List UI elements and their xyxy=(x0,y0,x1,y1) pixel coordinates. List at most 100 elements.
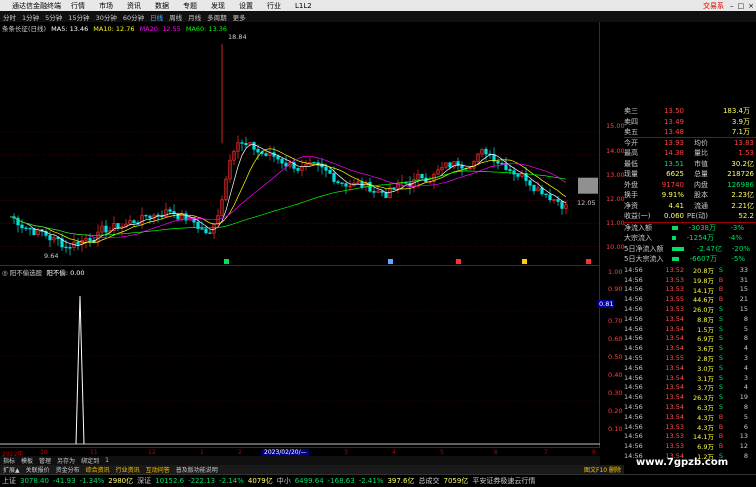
index-sz-amt: 4079亿 xyxy=(247,477,273,485)
candle-body xyxy=(264,153,268,156)
tick-row: 14:56 13.53 19.8万 B 31 xyxy=(624,275,748,285)
tick-row: 14:56 13.54 3.0万 S 4 xyxy=(624,363,748,373)
candlestick-chart[interactable]: 条条长征(日线) MA5: 13.46 MA10: 12.76 MA20: 12… xyxy=(0,22,600,266)
tick-list[interactable]: 14:56 13.52 20.8万 S 33 14:56 13.53 19.8万 B 31 14:5… xyxy=(624,265,756,470)
index-sz-name[interactable]: 深证 xyxy=(135,476,153,486)
tab-qa[interactable]: 互动问答 xyxy=(143,465,173,474)
menu-item-hangye[interactable]: 行业 xyxy=(260,1,288,11)
period-multi[interactable]: 多周期 xyxy=(204,12,230,22)
period-fenshi[interactable]: 分时 xyxy=(0,12,19,22)
tab-related-quote[interactable]: 关联报价 xyxy=(23,465,53,474)
ind-tick-6: 0.50 xyxy=(608,353,623,361)
candle-body xyxy=(516,173,520,177)
candle-body xyxy=(252,142,256,150)
stat-row: 净资 4.41 流通 2.21亿 xyxy=(624,201,754,210)
tick-row: 14:56 13.53 14.1万 B 15 xyxy=(624,285,748,295)
index-bar: 上证 3078.40 -41.93 -1.34% 2980亿 深证 10152.… xyxy=(0,474,756,487)
tick-row: 14:56 13.53 26.0万 S 15 xyxy=(624,305,748,315)
menu-item-hangqing[interactable]: 行情 xyxy=(64,1,92,11)
menu-item-shuju[interactable]: 数据 xyxy=(148,1,176,11)
menu-item-shezhi[interactable]: 设置 xyxy=(232,1,260,11)
date-label: 12 xyxy=(148,449,156,456)
btn-template[interactable]: 模板 xyxy=(18,456,36,465)
btn-bind[interactable]: 绑定到 xyxy=(78,456,102,465)
menu-item-faxian[interactable]: 发现 xyxy=(204,1,232,11)
close-icon[interactable]: × xyxy=(746,2,756,10)
period-15min[interactable]: 15分钟 xyxy=(65,12,92,22)
stat-row: 现量 6625 总量 218726 xyxy=(624,170,754,179)
period-monthly[interactable]: 月线 xyxy=(185,12,204,22)
ind-tick-hl: 0.81 xyxy=(598,300,615,308)
menu-item-shichang[interactable]: 市场 xyxy=(92,1,120,11)
candle-body xyxy=(496,160,500,164)
date-label: 3 xyxy=(344,449,348,456)
menu-item-l1l2[interactable]: L1L2 xyxy=(288,2,319,10)
period-5min[interactable]: 5分钟 xyxy=(42,12,65,22)
candle-body xyxy=(104,225,108,233)
candle-body xyxy=(344,183,348,187)
flow-bar xyxy=(672,246,684,251)
index-zx-val: 6499.64 xyxy=(294,477,324,485)
ma5-label: MA5: 13.46 xyxy=(51,25,89,33)
date-label: 10 xyxy=(40,449,48,456)
date-label: 1 xyxy=(200,449,204,456)
menu-item-zhuanti[interactable]: 专题 xyxy=(176,1,204,11)
index-sz-val: 10152.6 xyxy=(155,477,185,485)
tab-fund-dist[interactable]: 资金分布 xyxy=(53,465,83,474)
btn-manage[interactable]: 管理 xyxy=(36,456,54,465)
candle-body xyxy=(76,241,80,245)
tick-row: 14:56 13.54 8.8万 S 8 xyxy=(624,314,748,324)
ma60-label: MA60: 13.36 xyxy=(185,25,228,33)
candle-body xyxy=(204,228,208,234)
tick-row: 14:56 13.54 3.6万 S 4 xyxy=(624,344,748,354)
ma-legend: 条条长征(日线) MA5: 13.46 MA10: 12.76 MA20: 12… xyxy=(2,23,227,33)
tab-expand[interactable]: 扩展▲ xyxy=(0,465,23,474)
stat-row: 最低 13.51 市值 30.2亿 xyxy=(624,159,754,168)
btn-indicator[interactable]: 指标 xyxy=(0,456,18,465)
flow-rows: 净流入额 -3038万 -3% 大宗流入 -1254万 -4% 5日净流入额 -2.47亿 -2… xyxy=(624,221,756,265)
signal-marker xyxy=(456,259,461,264)
stat-row: 今开 13.93 均价 13.83 xyxy=(624,138,754,147)
maximize-icon[interactable]: □ xyxy=(736,2,747,10)
minimize-icon[interactable]: – xyxy=(728,2,736,10)
period-1min[interactable]: 1分钟 xyxy=(19,12,42,22)
price-tick-1500: 15.00 xyxy=(606,122,625,130)
app-name: 通达信金融终端 xyxy=(12,1,61,10)
btn-one[interactable]: 1 xyxy=(102,457,112,464)
menu-item-zixun[interactable]: 资讯 xyxy=(120,1,148,11)
ma20-label: MA20: 12.55 xyxy=(139,25,181,33)
price-overlay-box xyxy=(578,177,598,194)
index-sh-name[interactable]: 上证 xyxy=(0,476,18,486)
indicator-chart[interactable]: ◎ 阳不偷选股 阳不偷: 0.00 xyxy=(0,266,600,447)
tick-row: 14:56 13.54 26.3万 S 19 xyxy=(624,393,748,403)
candle-body xyxy=(532,184,536,192)
index-zx-name[interactable]: 中小 xyxy=(275,476,293,486)
watermark: www.7gpzb.com xyxy=(636,457,729,468)
tick-row: 14:56 13.54 3.7万 S 4 xyxy=(624,383,748,393)
index-sh-amt: 2980亿 xyxy=(108,477,134,485)
stat-row: 收益(一) 0.060 PE(动) 52.2 xyxy=(624,212,754,221)
quote-source: 平安证券极速云行情 xyxy=(472,477,536,485)
period-weekly[interactable]: 周线 xyxy=(166,12,185,22)
period-30min[interactable]: 30分钟 xyxy=(93,12,120,22)
index-sh-pct: -1.34% xyxy=(79,477,105,485)
date-label: 11 xyxy=(90,449,98,456)
tab-f10[interactable]: 图文F10 删除 xyxy=(581,465,624,474)
period-daily[interactable]: 日线 xyxy=(147,12,166,22)
period-more[interactable]: 更多 xyxy=(230,12,249,22)
btn-save-as[interactable]: 另存为 xyxy=(54,456,78,465)
candle-body xyxy=(460,165,464,169)
tab-industry-news[interactable]: 行业资讯 xyxy=(113,465,143,474)
period-60min[interactable]: 60分钟 xyxy=(120,12,147,22)
candle-body xyxy=(240,142,244,144)
tick-row: 14:56 13.53 6.9万 B 12 xyxy=(624,442,748,452)
candle-body xyxy=(20,224,24,229)
indicator-circle-icon[interactable]: ◎ xyxy=(2,269,8,277)
candle-body xyxy=(88,238,92,241)
tab-help[interactable]: 普及版功能说明 xyxy=(173,465,221,474)
tab-news[interactable]: 综合资讯 xyxy=(83,465,113,474)
candle-body xyxy=(176,213,180,220)
candle-body xyxy=(28,227,32,230)
tick-row: 14:56 13.54 4.3万 B 5 xyxy=(624,412,748,422)
trade-system-link[interactable]: 交易系 xyxy=(703,1,728,11)
